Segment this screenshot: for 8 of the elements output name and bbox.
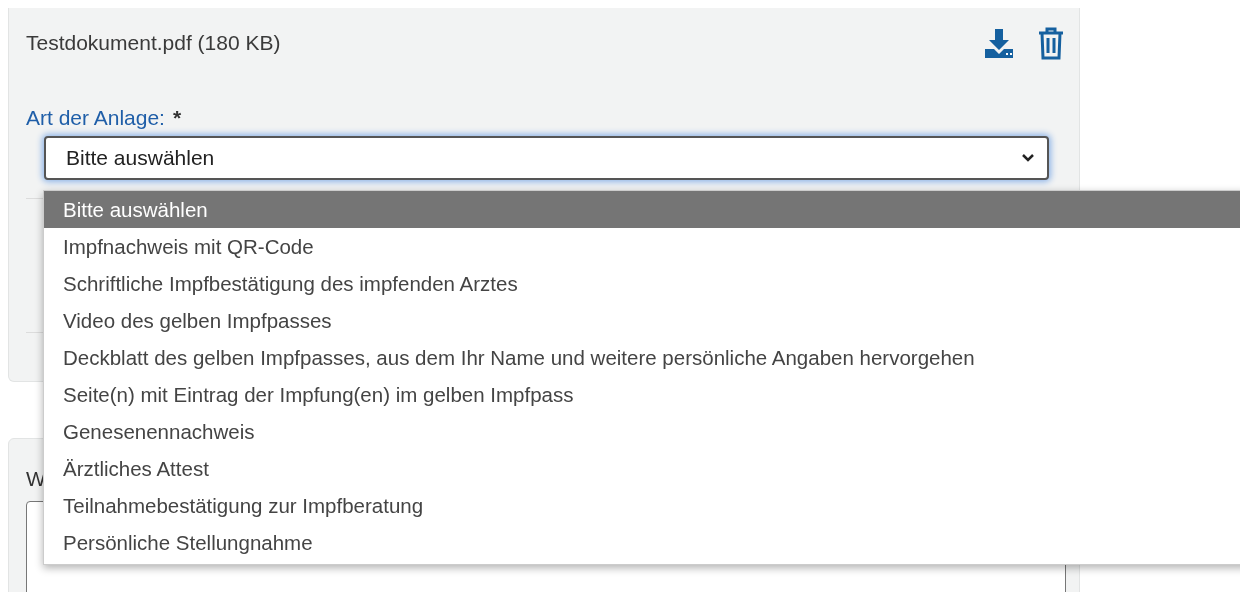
select-field[interactable]: Bitte auswählen [44,136,1049,180]
download-icon[interactable] [983,27,1015,59]
file-name: Testdokument.pdf (180 KB) [26,31,281,55]
required-mark: * [172,106,182,130]
trash-icon[interactable] [1037,26,1065,60]
chevron-down-icon [1021,153,1035,163]
dropdown-option[interactable]: Bitte auswählen [44,191,1240,228]
field-label: Art der Anlage: [26,106,165,130]
